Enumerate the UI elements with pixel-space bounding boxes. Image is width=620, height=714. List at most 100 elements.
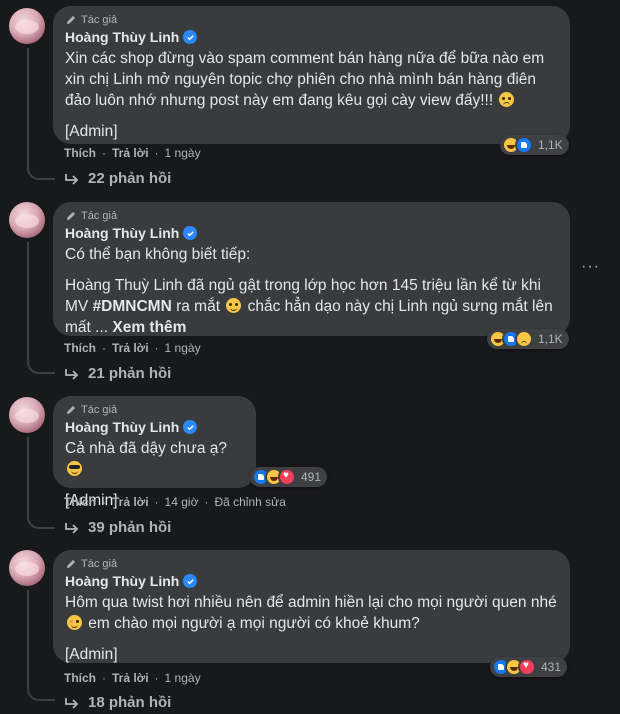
author-badge: Tác giả xyxy=(65,558,558,570)
reply-link[interactable]: Trả lời xyxy=(112,146,149,160)
author-badge-label: Tác giả xyxy=(81,404,118,416)
reaction-count: 431 xyxy=(541,660,562,674)
replies-count-label: 22 phản hồi xyxy=(88,170,172,187)
comment-thread: Tác giả Hoàng Thùy Linh Có thể bạn không… xyxy=(0,198,620,386)
comment-bubble: Tác giả Hoàng Thùy Linh Có thể bạn không… xyxy=(53,202,570,336)
pencil-icon xyxy=(67,212,75,220)
comment-text: Xin các shop đừng vào spam comment bán h… xyxy=(65,48,558,142)
comment-bubble: Tác giả Hoàng Thùy Linh Hôm qua twist hơ… xyxy=(53,550,570,663)
comment-paragraph: em chào mọi người ạ mọi người có khoẻ kh… xyxy=(84,615,420,632)
thread-line xyxy=(27,48,29,170)
author-name[interactable]: Hoàng Thùy Linh xyxy=(65,225,558,241)
verified-icon xyxy=(183,420,198,434)
sad-reaction-icon xyxy=(515,330,533,348)
comment-actions: Thích · Trả lời · 1 ngày xyxy=(64,146,201,160)
reactions-summary[interactable]: 491 xyxy=(250,467,328,487)
thread-line xyxy=(27,590,29,690)
reply-arrow-icon xyxy=(65,368,79,380)
like-link[interactable]: Thích xyxy=(64,146,96,160)
comment-text: Hôm qua twist hơi nhiều nên để admin hiề… xyxy=(65,592,558,665)
admin-signature: [Admin] xyxy=(65,123,118,140)
comment-timestamp[interactable]: 14 giờ xyxy=(165,495,199,509)
comment-paragraph: Xin các shop đừng vào spam comment bán h… xyxy=(65,50,545,109)
view-replies-link[interactable]: 39 phản hồi xyxy=(64,519,171,536)
reply-link[interactable]: Trả lời xyxy=(112,341,149,355)
author-badge: Tác giả xyxy=(65,404,244,416)
verified-icon xyxy=(183,574,198,588)
reaction-count: 1,1K xyxy=(538,332,563,346)
comment-timestamp[interactable]: 1 ngày xyxy=(165,146,201,160)
eyes-emoji-icon xyxy=(226,298,242,313)
comment-thread: Tác giả Hoàng Thùy Linh Cả nhà đã dậy ch… xyxy=(0,393,620,543)
love-reaction-icon xyxy=(518,658,536,676)
admin-signature: [Admin] xyxy=(65,646,118,663)
avatar[interactable] xyxy=(9,397,45,433)
reply-arrow-icon xyxy=(65,697,79,709)
reactions-summary[interactable]: 1,1K xyxy=(500,135,569,155)
replies-count-label: 21 phản hồi xyxy=(88,365,172,382)
hashtag-link[interactable]: #DMNCMN xyxy=(93,298,172,315)
sunglasses-emoji-icon xyxy=(67,461,82,476)
smiling-face-emoji-icon xyxy=(67,615,82,630)
thread-connector xyxy=(27,515,55,529)
author-name-label: Hoàng Thùy Linh xyxy=(65,419,180,435)
reactions-summary[interactable]: 1,1K xyxy=(487,329,569,349)
like-link[interactable]: Thích xyxy=(64,495,96,509)
avatar[interactable] xyxy=(9,8,45,44)
author-name[interactable]: Hoàng Thùy Linh xyxy=(65,573,558,589)
reactions-summary[interactable]: 431 xyxy=(490,657,568,677)
comment-actions: Thích · Trả lời · 1 ngày xyxy=(64,671,201,685)
author-badge: Tác giả xyxy=(65,14,558,26)
comment-text: Có thể bạn không biết tiếp: Hoàng Thuỳ L… xyxy=(65,244,558,338)
reaction-count: 491 xyxy=(301,470,322,484)
comment-bubble: Tác giả Hoàng Thùy Linh Cả nhà đã dậy ch… xyxy=(53,396,256,509)
comment-timestamp[interactable]: 1 ngày xyxy=(165,341,201,355)
verified-icon xyxy=(183,30,198,44)
pencil-icon xyxy=(67,406,75,414)
author-badge-label: Tác giả xyxy=(81,210,118,222)
author-badge-label: Tác giả xyxy=(81,14,118,26)
replies-count-label: 39 phản hồi xyxy=(88,519,172,536)
like-link[interactable]: Thích xyxy=(64,671,96,685)
comment-paragraph: Cả nhà đã dậy chưa ạ? xyxy=(65,440,228,457)
comment-bubble: Tác giả Hoàng Thùy Linh Xin các shop đừn… xyxy=(53,6,570,144)
view-replies-link[interactable]: 22 phản hồi xyxy=(64,170,171,187)
author-name[interactable]: Hoàng Thùy Linh xyxy=(65,29,558,45)
view-replies-link[interactable]: 21 phản hồi xyxy=(64,365,171,382)
reply-link[interactable]: Trả lời xyxy=(112,671,149,685)
thread-connector xyxy=(27,687,55,701)
author-badge-label: Tác giả xyxy=(81,558,118,570)
reaction-count: 1,1K xyxy=(538,138,563,152)
comment-thread: Tác giả Hoàng Thùy Linh Hôm qua twist hơ… xyxy=(0,546,620,714)
comment-paragraph: Có thể bạn không biết tiếp: xyxy=(65,246,251,263)
pencil-icon xyxy=(67,16,75,24)
reply-link[interactable]: Trả lời xyxy=(112,495,149,509)
pencil-icon xyxy=(67,560,75,568)
more-horizontal-icon[interactable]: ··· xyxy=(581,258,600,276)
thread-connector xyxy=(27,166,55,180)
like-link[interactable]: Thích xyxy=(64,341,96,355)
view-replies-link[interactable]: 18 phản hồi xyxy=(64,694,171,711)
comment-paragraph: Hôm qua twist hơi nhiều nên để admin hiề… xyxy=(65,594,557,611)
author-name-label: Hoàng Thùy Linh xyxy=(65,29,180,45)
avatar[interactable] xyxy=(9,550,45,586)
comment-actions: Thích · Trả lời · 14 giờ · Đã chỉnh sửa xyxy=(64,495,286,509)
thread-line xyxy=(27,242,29,363)
verified-icon xyxy=(183,226,198,240)
sad-face-emoji-icon xyxy=(499,92,515,107)
comment-timestamp[interactable]: 1 ngày xyxy=(165,671,201,685)
author-name-label: Hoàng Thùy Linh xyxy=(65,573,180,589)
see-more-link[interactable]: Xem thêm xyxy=(112,319,186,336)
thread-line xyxy=(27,437,29,517)
edited-label[interactable]: Đã chỉnh sửa xyxy=(214,495,285,509)
author-name[interactable]: Hoàng Thùy Linh xyxy=(65,419,244,435)
avatar[interactable] xyxy=(9,202,45,238)
replies-count-label: 18 phản hồi xyxy=(88,694,172,711)
comment-paragraph: ra mắt xyxy=(171,298,225,315)
love-reaction-icon xyxy=(278,468,296,486)
comment-thread: Tác giả Hoàng Thùy Linh Xin các shop đừn… xyxy=(0,4,620,192)
thread-connector xyxy=(27,360,55,374)
author-name-label: Hoàng Thùy Linh xyxy=(65,225,180,241)
reply-arrow-icon xyxy=(65,173,79,185)
comment-actions: Thích · Trả lời · 1 ngày xyxy=(64,341,201,355)
